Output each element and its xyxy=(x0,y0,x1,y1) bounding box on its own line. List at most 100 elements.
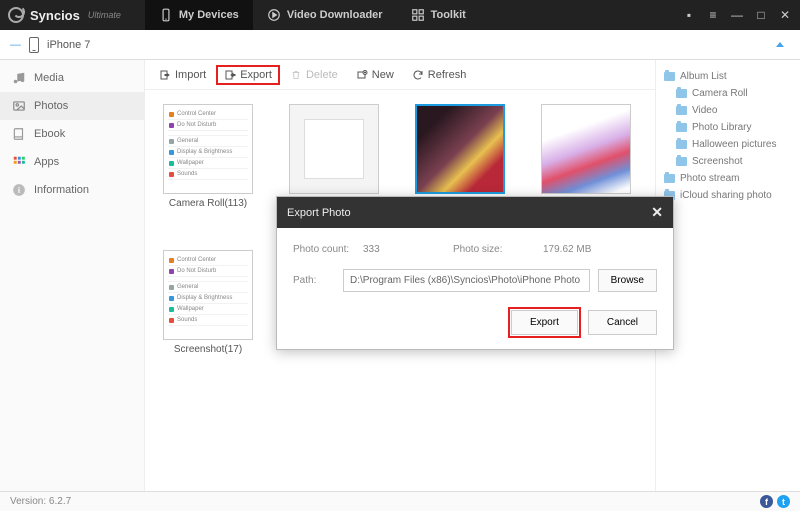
folder-icon xyxy=(676,106,687,115)
btn-label: New xyxy=(372,69,394,81)
maximize-icon[interactable]: □ xyxy=(754,8,768,22)
dialog-export-button[interactable]: Export xyxy=(511,310,578,335)
folder-icon xyxy=(664,72,675,81)
album-label: Screenshot(17) xyxy=(174,344,242,355)
dialog-title: Export Photo xyxy=(287,207,351,219)
right-panel: Album List Camera Roll Video Photo Libra… xyxy=(655,60,800,491)
dialog-info-row: Photo count: 333 Photo size: 179.62 MB xyxy=(293,244,657,255)
folder-icon xyxy=(664,174,675,183)
brand-name: Syncios xyxy=(30,8,80,23)
version-label: Version: 6.2.7 xyxy=(10,496,71,507)
device-bullet-icon: — xyxy=(10,39,21,51)
album-label: Camera Roll(113) xyxy=(169,198,247,209)
settings-thumb-icon: Control Center Do Not Disturb General Di… xyxy=(164,105,252,193)
export-icon xyxy=(224,69,236,81)
trash-icon xyxy=(290,69,302,81)
tree-album-list[interactable]: Album List xyxy=(662,68,794,85)
dialog-cancel-button[interactable]: Cancel xyxy=(588,310,657,335)
delete-button[interactable]: Delete xyxy=(282,65,346,85)
folder-icon xyxy=(676,89,687,98)
folder-icon xyxy=(676,140,687,149)
book-icon xyxy=(12,127,26,141)
new-icon xyxy=(356,69,368,81)
tree-video[interactable]: Video xyxy=(662,102,794,119)
folder-icon xyxy=(676,123,687,132)
refresh-button[interactable]: Refresh xyxy=(404,65,475,85)
window-controls: ▪ ≡ — □ ✕ xyxy=(682,8,792,22)
photo-count-value: 333 xyxy=(363,244,453,255)
btn-label: Delete xyxy=(306,69,338,81)
sidebar-label: Ebook xyxy=(34,128,65,140)
dialog-titlebar: Export Photo ✕ xyxy=(277,197,673,228)
device-bar: — iPhone 7 xyxy=(0,30,800,60)
device-name[interactable]: iPhone 7 xyxy=(47,39,90,51)
titlebar: Syncios Ultimate My Devices Video Downlo… xyxy=(0,0,800,30)
comment-icon[interactable]: ▪ xyxy=(682,8,696,22)
close-icon[interactable]: ✕ xyxy=(778,8,792,22)
nav-tabs: My Devices Video Downloader Toolkit xyxy=(145,0,480,30)
info-icon: i xyxy=(12,183,26,197)
social-links: f t xyxy=(760,495,790,508)
chevron-up-icon[interactable] xyxy=(776,42,784,47)
settings-thumb-icon: Control Center Do Not Disturb General Di… xyxy=(164,251,252,339)
path-input[interactable] xyxy=(343,269,590,292)
export-button[interactable]: Export xyxy=(216,65,280,85)
path-label: Path: xyxy=(293,275,343,286)
sidebar-label: Photos xyxy=(34,100,68,112)
sidebar-item-ebook[interactable]: Ebook xyxy=(0,120,144,148)
menu-icon[interactable]: ≡ xyxy=(706,8,720,22)
tree-photo-stream[interactable]: Photo stream xyxy=(662,170,794,187)
facebook-icon[interactable]: f xyxy=(760,495,773,508)
dialog-path-row: Path: Browse xyxy=(293,269,657,292)
dialog-body: Photo count: 333 Photo size: 179.62 MB P… xyxy=(277,228,673,349)
sidebar-item-information[interactable]: i Information xyxy=(0,176,144,204)
dialog-close-icon[interactable]: ✕ xyxy=(651,204,663,221)
tree-icloud-sharing[interactable]: iCloud sharing photo xyxy=(662,187,794,204)
syncios-logo-icon xyxy=(8,7,24,23)
photo-size-label: Photo size: xyxy=(453,244,543,255)
photo-count-label: Photo count: xyxy=(293,244,363,255)
tab-label: My Devices xyxy=(179,9,239,21)
album-thumb: Control Center Do Not Disturb General Di… xyxy=(163,104,253,194)
phone-icon xyxy=(159,8,173,22)
photo-size-value: 179.62 MB xyxy=(543,244,591,255)
album-camera-roll[interactable]: Control Center Do Not Disturb General Di… xyxy=(159,104,257,220)
tab-toolkit[interactable]: Toolkit xyxy=(397,0,480,30)
album-thumb xyxy=(541,104,631,194)
brand-edition: Ultimate xyxy=(88,10,121,20)
sidebar-item-media[interactable]: Media xyxy=(0,64,144,92)
sidebar-label: Apps xyxy=(34,156,59,168)
app-logo: Syncios Ultimate xyxy=(8,7,121,23)
music-icon xyxy=(12,71,26,85)
browse-button[interactable]: Browse xyxy=(598,269,657,292)
grid-icon xyxy=(411,8,425,22)
tree-screenshot[interactable]: Screenshot xyxy=(662,153,794,170)
import-icon xyxy=(159,69,171,81)
sidebar-item-photos[interactable]: Photos xyxy=(0,92,144,120)
sidebar: Media Photos Ebook Apps i Information xyxy=(0,60,145,491)
sidebar-label: Information xyxy=(34,184,89,196)
apps-icon xyxy=(12,155,26,169)
twitter-icon[interactable]: t xyxy=(777,495,790,508)
toolbar: Import Export Delete New Refresh xyxy=(145,60,655,90)
tab-video-downloader[interactable]: Video Downloader xyxy=(253,0,397,30)
btn-label: Refresh xyxy=(428,69,467,81)
album-screenshot[interactable]: Control Center Do Not Disturb General Di… xyxy=(159,250,257,355)
photo-icon xyxy=(12,99,26,113)
tree-halloween[interactable]: Halloween pictures xyxy=(662,136,794,153)
svg-text:i: i xyxy=(18,186,20,195)
import-button[interactable]: Import xyxy=(151,65,214,85)
new-button[interactable]: New xyxy=(348,65,402,85)
play-circle-icon xyxy=(267,8,281,22)
sidebar-label: Media xyxy=(34,72,64,84)
sidebar-item-apps[interactable]: Apps xyxy=(0,148,144,176)
album-thumb: Control Center Do Not Disturb General Di… xyxy=(163,250,253,340)
tree-camera-roll[interactable]: Camera Roll xyxy=(662,85,794,102)
tab-my-devices[interactable]: My Devices xyxy=(145,0,253,30)
export-photo-dialog: Export Photo ✕ Photo count: 333 Photo si… xyxy=(276,196,674,350)
dialog-actions: Export Cancel xyxy=(293,310,657,335)
minimize-icon[interactable]: — xyxy=(730,8,744,22)
tree-photo-library[interactable]: Photo Library xyxy=(662,119,794,136)
album-thumb xyxy=(289,104,379,194)
album-thumb xyxy=(415,104,505,194)
